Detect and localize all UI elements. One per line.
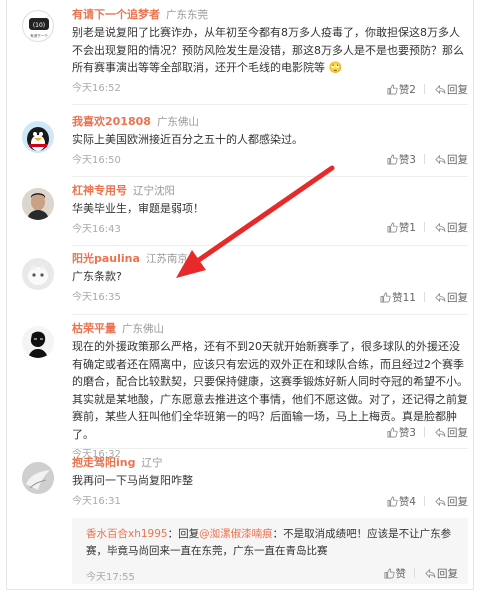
sub-reply-text: 香水百合xh1995：回复@洳漯俶漆喃痕：不是取消成绩吧！应该是不让广东参赛，毕… — [86, 528, 452, 557]
reply-button[interactable]: 回复 — [435, 494, 468, 509]
comment-item: 我喜欢201808 广东佛山 实际上美国欧洲接近百分之五十的人都感染过。 今天16… — [22, 115, 468, 171]
avatar[interactable] — [22, 121, 54, 153]
avatar[interactable] — [22, 188, 54, 220]
location-label: 广东佛山 — [122, 323, 164, 335]
comment-item: 阳光paulina 江苏南京 广东条款? 今天16:35 赞11 回复 — [22, 252, 468, 308]
location-label: 辽宁 — [141, 457, 163, 469]
username[interactable]: 枯荣平量 — [72, 322, 116, 335]
reply-button[interactable]: 回复 — [435, 290, 468, 305]
comment-item: (10) 有请下一个 有请下一个追梦者 广东东莞 别老是说复阳了比赛诈办，从年初至… — [22, 8, 468, 96]
avatar[interactable] — [22, 326, 54, 358]
reply-button[interactable]: 回复 — [425, 566, 458, 581]
comment-item: 枯荣平量 广东佛山 现在的外援政策那么严格，还有不到20天就开始新赛季了，很多球队… — [22, 322, 468, 460]
thumbs-up-icon — [387, 427, 398, 438]
thumbs-up-icon — [384, 568, 395, 579]
comment-actions: 赞11 回复 — [370, 290, 468, 305]
comment-actions: 赞4 回复 — [377, 494, 468, 509]
username[interactable]: 杠神专用号 — [72, 184, 127, 197]
comment-text: 别老是说复阳了比赛诈办，从年初至今都有8万多人疫毒了，你敢担保这8万多人不会出现… — [72, 26, 464, 74]
username[interactable]: 香水百合xh1995 — [86, 528, 168, 540]
divider — [72, 176, 468, 177]
comment-actions: 赞 回复 — [374, 566, 458, 581]
comment-text: 广东条款? — [72, 270, 122, 283]
svg-text:(10): (10) — [33, 22, 45, 29]
reply-icon — [435, 496, 446, 507]
like-button[interactable]: 赞3 — [387, 425, 416, 440]
comment-actions: 赞3 回复 — [377, 425, 468, 440]
comment-item: 杠神专用号 辽宁沈阳 华美毕业生，审题是弱项！ 今天16:43 赞1 回复 — [22, 184, 468, 240]
username[interactable]: 我喜欢201808 — [72, 115, 151, 128]
mention-link[interactable]: @洳漯俶漆喃痕 — [199, 528, 273, 540]
thumbs-up-icon — [387, 154, 398, 165]
reply-button[interactable]: 回复 — [435, 82, 468, 97]
username[interactable]: 抱走驾阳ing — [72, 456, 135, 469]
comment-item: 抱走驾阳ing 辽宁 我再问一下马尚复阳咋整 今天16:31 赞4 回复 — [22, 456, 468, 512]
reply-icon — [435, 292, 446, 303]
like-button[interactable]: 赞2 — [387, 82, 416, 97]
like-button[interactable]: 赞4 — [387, 494, 416, 509]
location-label: 江苏南京 — [145, 253, 188, 265]
like-button[interactable]: 赞1 — [387, 220, 416, 235]
svg-text:有请下一个: 有请下一个 — [30, 33, 48, 38]
comment-time: 今天17:55 — [86, 572, 135, 583]
thumbs-up-icon — [380, 292, 391, 303]
comment-text: 我再问一下马尚复阳咋整 — [72, 474, 193, 487]
avatar[interactable] — [22, 258, 54, 290]
thumbs-up-icon — [387, 496, 398, 507]
username[interactable]: 有请下一个追梦者 — [72, 8, 160, 21]
reply-button[interactable]: 回复 — [435, 425, 468, 440]
location-label: 辽宁沈阳 — [133, 185, 175, 197]
avatar[interactable]: (10) 有请下一个 — [22, 10, 54, 42]
comment-actions: 赞2 回复 — [377, 82, 468, 97]
location-label: 广东东莞 — [166, 9, 208, 21]
thumbs-up-icon — [387, 222, 398, 233]
location-label: 广东佛山 — [156, 116, 199, 128]
reply-icon — [435, 427, 446, 438]
reply-icon — [435, 154, 446, 165]
like-button[interactable]: 赞 — [384, 566, 406, 581]
divider — [72, 104, 468, 105]
divider — [72, 245, 468, 246]
reply-icon — [435, 222, 446, 233]
sub-reply: 香水百合xh1995：回复@洳漯俶漆喃痕：不是取消成绩吧！应该是不让广东参赛，毕… — [72, 518, 468, 584]
avatar[interactable] — [22, 462, 54, 494]
comment-actions: 赞1 回复 — [377, 220, 468, 235]
divider — [72, 448, 468, 449]
reply-button[interactable]: 回复 — [435, 152, 468, 167]
reply-button[interactable]: 回复 — [435, 220, 468, 235]
username[interactable]: 阳光paulina — [72, 252, 140, 265]
comment-text: 实际上美国欧洲接近百分之五十的人都感染过。 — [72, 133, 303, 146]
comment-actions: 赞3 回复 — [377, 152, 468, 167]
reply-icon — [425, 568, 436, 579]
reply-icon — [435, 84, 446, 95]
like-button[interactable]: 赞3 — [387, 152, 416, 167]
comment-text: 华美毕业生，审题是弱项！ — [72, 202, 204, 215]
like-button[interactable]: 赞11 — [380, 290, 416, 305]
emoji-icon: 🙄 — [328, 61, 343, 74]
divider — [72, 314, 468, 315]
thumbs-up-icon — [387, 84, 398, 95]
